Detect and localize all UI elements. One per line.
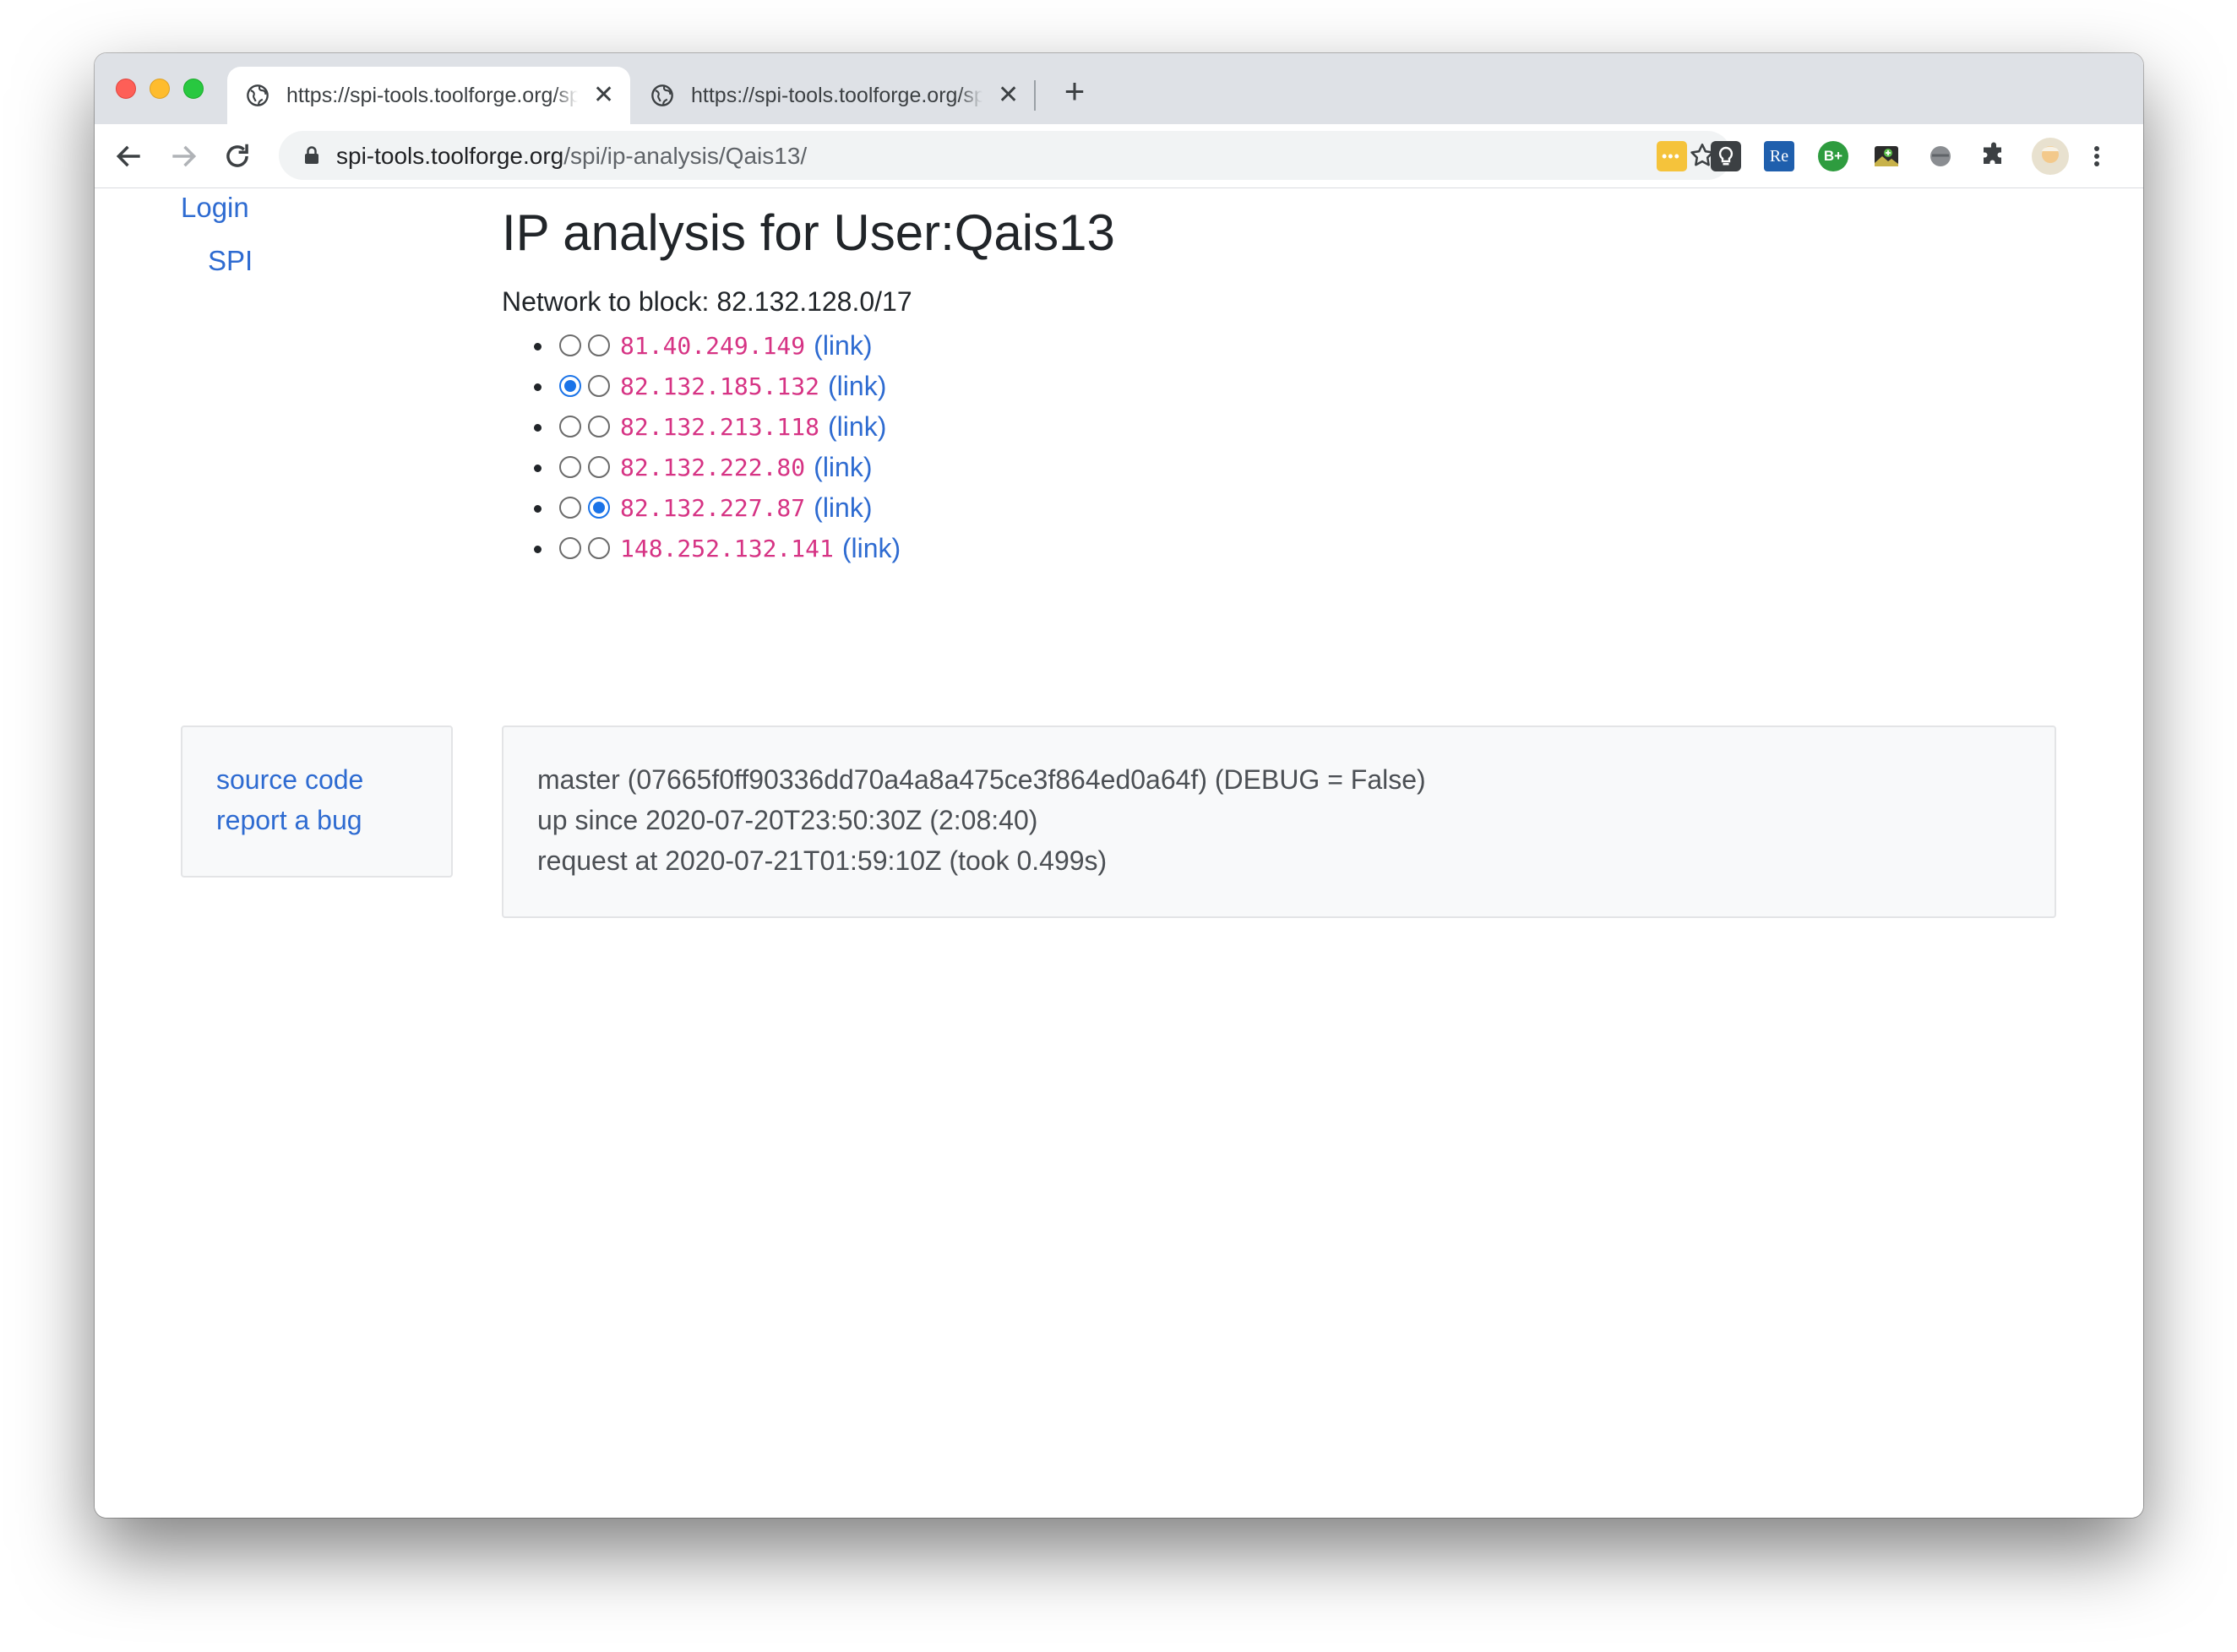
forward-arrow-icon[interactable] — [167, 140, 199, 172]
puzzle-icon[interactable] — [1978, 141, 2009, 171]
ip-address: 82.132.213.118 — [620, 412, 820, 441]
ip-address: 81.40.249.149 — [620, 331, 806, 360]
lightbulb-glyph — [1718, 146, 1734, 166]
build-info-box: master (07665f0ff90336dd70a4a8a475ce3f86… — [502, 725, 2056, 918]
login-link[interactable]: Login — [181, 192, 249, 224]
second-ip-radio[interactable] — [588, 416, 610, 437]
ip-list-item: 82.132.222.80 (link) — [534, 447, 901, 487]
tab-active[interactable]: https://spi-tools.toolforge.org/spi/ip-a… — [227, 67, 630, 124]
page-content: Login SPI IP analysis for User:Qais13 Ne… — [95, 188, 2143, 1518]
first-ip-radio[interactable] — [559, 416, 581, 437]
first-ip-radio[interactable] — [559, 334, 581, 356]
tab-title: https://spi-tools.toolforge.org/spi/ip-a… — [286, 83, 578, 107]
tab-separator — [1034, 80, 1036, 111]
ip-list-item: 148.252.132.141 (link) — [534, 528, 901, 568]
minimize-window-button[interactable] — [150, 79, 170, 99]
globe-icon — [651, 84, 673, 106]
grey-circle-glyph — [1930, 146, 1951, 166]
second-ip-radio[interactable] — [588, 334, 610, 356]
new-tab-button[interactable]: + — [1058, 73, 1091, 109]
bulb-icon[interactable] — [1711, 141, 1741, 171]
globe-icon — [247, 84, 269, 106]
ip-list-item: 82.132.213.118 (link) — [534, 406, 901, 447]
bplus-icon[interactable]: B+ — [1818, 141, 1848, 171]
ip-address: 82.132.185.132 — [620, 372, 820, 400]
reload-icon[interactable] — [221, 140, 253, 172]
url-path: /spi/ip-analysis/Qais13/ — [563, 143, 808, 169]
ip-link[interactable]: (link) — [828, 411, 886, 443]
image-extension-icon[interactable] — [1871, 141, 1902, 171]
source-code-link[interactable]: source code — [216, 764, 363, 796]
request-text: request at 2020-07-21T01:59:10Z (took 0.… — [537, 845, 1108, 876]
second-ip-radio[interactable] — [588, 537, 610, 559]
tab-inactive[interactable]: https://spi-tools.toolforge.org/spi/ip-a… — [632, 67, 1037, 124]
ip-address: 148.252.132.141 — [620, 534, 834, 562]
ip-link[interactable]: (link) — [814, 492, 872, 524]
ip-link[interactable]: (link) — [828, 371, 886, 402]
spi-link[interactable]: SPI — [208, 245, 253, 277]
kebab-glyph — [2094, 146, 2099, 166]
image-glyph — [1875, 146, 1898, 166]
url-text[interactable]: spi-tools.toolforge.org/spi/ip-analysis/… — [336, 143, 807, 170]
tab-strip: https://spi-tools.toolforge.org/spi/ip-a… — [95, 53, 2143, 124]
close-tab-icon[interactable]: ✕ — [593, 83, 614, 108]
lastpass-icon[interactable]: ••• — [1657, 141, 1687, 171]
second-ip-radio[interactable] — [588, 497, 610, 519]
close-tab-icon[interactable]: ✕ — [998, 83, 1019, 108]
ip-link[interactable]: (link) — [814, 452, 872, 483]
ip-address: 82.132.227.87 — [620, 493, 806, 522]
address-bar[interactable]: spi-tools.toolforge.org/spi/ip-analysis/… — [279, 131, 1732, 180]
re-icon[interactable]: Re — [1764, 141, 1794, 171]
close-window-button[interactable] — [116, 79, 136, 99]
grey-extension-icon[interactable] — [1925, 141, 1956, 171]
browser-window: https://spi-tools.toolforge.org/spi/ip-a… — [95, 53, 2143, 1518]
ip-link[interactable]: (link) — [814, 330, 872, 361]
uptime-text: up since 2020-07-20T23:50:30Z (2:08:40) — [537, 805, 1038, 835]
ip-list: 81.40.249.149 (link) 82.132.185.132 (link) 8… — [534, 325, 901, 568]
page-title: IP analysis for User:Qais13 — [502, 204, 1115, 261]
report-bug-link[interactable]: report a bug — [216, 805, 362, 836]
ip-list-item: 82.132.227.87 (link) — [534, 487, 901, 528]
lock-icon[interactable] — [304, 146, 319, 165]
browser-toolbar: spi-tools.toolforge.org/spi/ip-analysis/… — [95, 124, 2143, 188]
puzzle-glyph — [1984, 142, 2001, 164]
second-ip-radio[interactable] — [588, 456, 610, 478]
kebab-menu-icon[interactable] — [2090, 141, 2104, 171]
network-to-block: Network to block: 82.132.128.0/17 — [502, 286, 912, 317]
back-arrow-icon[interactable] — [113, 140, 145, 172]
profile-glyph — [2042, 146, 2059, 163]
url-host: spi-tools.toolforge.org — [336, 143, 564, 169]
first-ip-radio[interactable] — [559, 456, 581, 478]
ip-list-item: 81.40.249.149 (link) — [534, 325, 901, 366]
avatar[interactable] — [2032, 138, 2069, 175]
first-ip-radio[interactable] — [559, 375, 581, 397]
ip-link[interactable]: (link) — [842, 533, 901, 564]
version-text: master (07665f0ff90336dd70a4a8a475ce3f86… — [537, 764, 1426, 795]
ip-list-item: 82.132.185.132 (link) — [534, 366, 901, 406]
footer-links-box: source code report a bug — [181, 725, 453, 878]
ip-address: 82.132.222.80 — [620, 453, 806, 481]
tab-title: https://spi-tools.toolforge.org/spi/ip-a… — [691, 83, 982, 107]
zoom-window-button[interactable] — [183, 79, 204, 99]
first-ip-radio[interactable] — [559, 497, 581, 519]
first-ip-radio[interactable] — [559, 537, 581, 559]
second-ip-radio[interactable] — [588, 375, 610, 397]
